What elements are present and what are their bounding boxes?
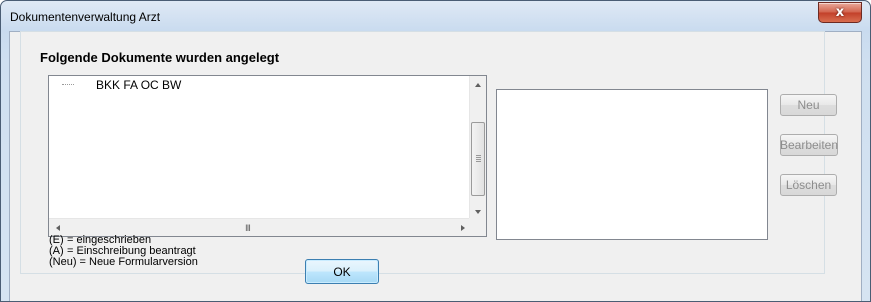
- vertical-scroll-thumb[interactable]: [471, 122, 485, 196]
- arrow-up-icon: [475, 82, 481, 87]
- document-list[interactable]: BKK FA OC BW III: [48, 75, 487, 237]
- arrow-left-icon: [55, 224, 60, 231]
- document-preview-box[interactable]: [496, 89, 768, 240]
- document-label: BKK FA OC BW: [96, 78, 182, 92]
- horizontal-grip-icon: III: [245, 224, 251, 234]
- close-icon: x: [835, 5, 845, 20]
- close-button[interactable]: x: [818, 2, 862, 23]
- arrow-right-icon: [460, 224, 465, 231]
- window-title: Dokumentenverwaltung Arzt: [10, 10, 161, 24]
- ok-button[interactable]: OK: [305, 259, 379, 284]
- new-button[interactable]: Neu: [780, 94, 837, 116]
- grip-icon: [476, 155, 481, 163]
- legend-row-new-version: (Neu) = Neue Formularversion: [49, 256, 198, 268]
- status-legend: (E) = eingeschrieben (A) = Einschreibung…: [49, 235, 198, 268]
- vertical-scrollbar[interactable]: [469, 76, 486, 220]
- scroll-up-button[interactable]: [470, 76, 486, 93]
- delete-button[interactable]: Löschen: [780, 174, 837, 196]
- tree-connector: [62, 84, 74, 86]
- scrollbar-corner: [469, 218, 486, 236]
- title-bar[interactable]: Dokumentenverwaltung Arzt x: [1, 1, 870, 31]
- groupbox-title: Folgende Dokumente wurden angelegt: [37, 50, 283, 65]
- edit-button[interactable]: Bearbeiten: [780, 134, 838, 156]
- arrow-down-icon: [475, 209, 481, 214]
